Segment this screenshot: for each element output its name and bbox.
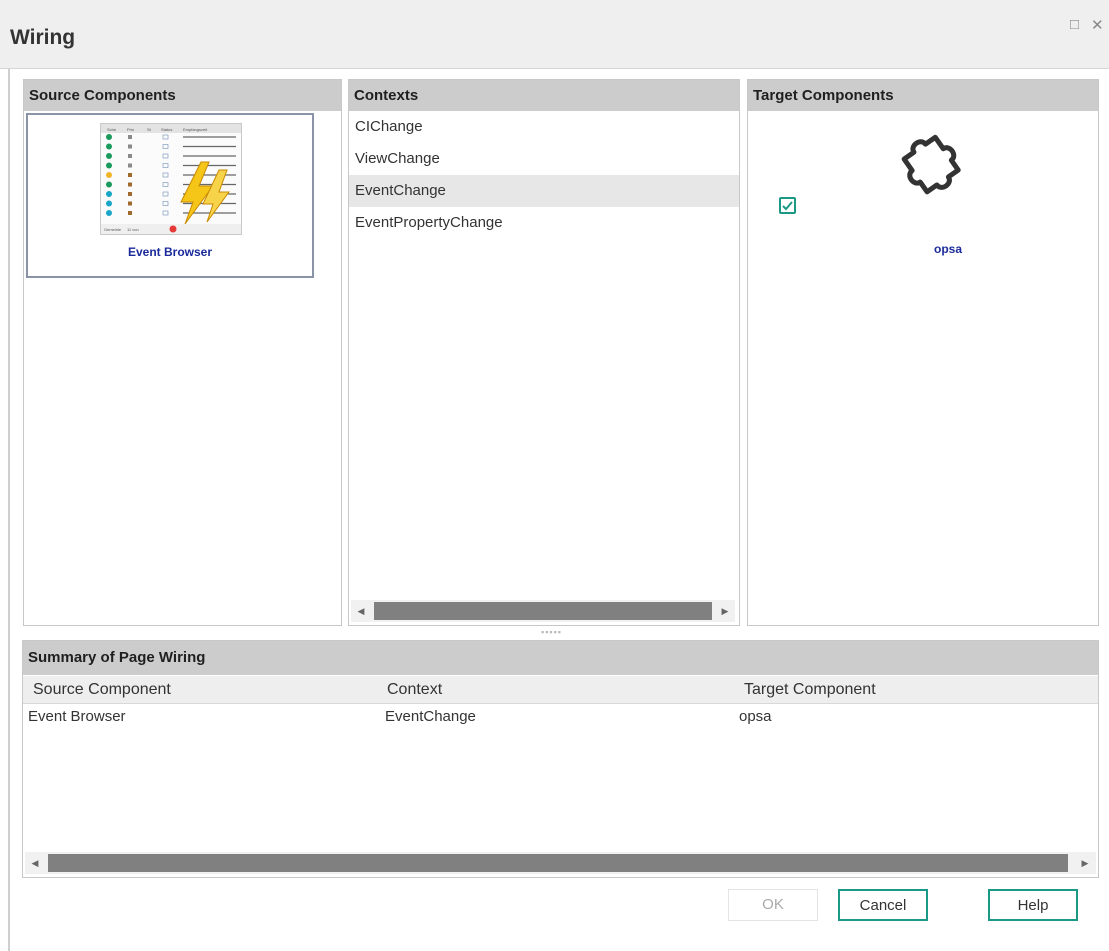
contexts-scroll-thumb[interactable] — [374, 602, 712, 620]
table-row[interactable]: Event Browser EventChange opsa — [23, 704, 1098, 730]
target-components-header: Target Components — [748, 80, 1098, 111]
target-opsa-checkbox[interactable] — [779, 197, 796, 214]
event-browser-preview-icon: Sche Prio St Status Empfangszeit Gemeinl… — [101, 124, 241, 234]
close-icon[interactable]: ✕ — [1091, 16, 1104, 34]
cell-source: Event Browser — [28, 708, 126, 725]
target-component-label[interactable]: opsa — [898, 242, 998, 256]
thumb-footer-mid: 11 von — [127, 227, 139, 232]
contexts-list: CIChange ViewChange EventChange EventPro… — [349, 111, 739, 239]
help-button[interactable]: Help — [988, 889, 1078, 921]
source-component-card[interactable]: Sche Prio St Status Empfangszeit Gemeinl… — [26, 113, 314, 278]
dialog-title-bar[interactable]: Wiring □ ✕ — [0, 0, 1109, 69]
summary-header: Summary of Page Wiring — [23, 641, 1098, 675]
target-components-panel: Target Components opsa — [747, 79, 1099, 626]
summary-panel: Summary of Page Wiring Source Component … — [22, 640, 1099, 878]
column-source-component[interactable]: Source Component — [33, 676, 171, 703]
contexts-horizontal-scrollbar[interactable]: ◀ ▶ — [351, 600, 735, 622]
contexts-panel: Contexts CIChange ViewChange EventChange… — [348, 79, 740, 626]
thumb-col-2: Prio — [127, 127, 135, 132]
scroll-left-arrow-icon[interactable]: ◀ — [25, 852, 45, 874]
maximize-icon[interactable]: □ — [1070, 16, 1079, 33]
summary-scroll-thumb[interactable] — [48, 854, 1068, 872]
dialog-title: Wiring — [10, 26, 76, 49]
target-components-list: opsa — [748, 111, 1098, 625]
summary-column-headers: Source Component Context Target Componen… — [23, 676, 1098, 704]
summary-horizontal-scrollbar[interactable]: ◀ ▶ — [25, 852, 1096, 874]
source-components-header: Source Components — [24, 80, 341, 111]
scroll-right-arrow-icon[interactable]: ▶ — [1075, 852, 1095, 874]
splitter-handle[interactable]: ▪▪▪▪▪ — [541, 627, 562, 637]
thumb-col-5: Empfangszeit — [183, 127, 208, 132]
context-item-eventpropertychange[interactable]: EventPropertyChange — [349, 207, 739, 239]
source-component-label: Event Browser — [127, 245, 213, 259]
event-browser-thumbnail: Sche Prio St Status Empfangszeit Gemeinl… — [100, 123, 242, 235]
checkmark-icon — [782, 201, 793, 211]
column-context[interactable]: Context — [387, 676, 442, 703]
scroll-right-arrow-icon[interactable]: ▶ — [715, 600, 735, 622]
puzzle-icon[interactable] — [882, 124, 982, 220]
thumb-footer-left: Gemeinle — [104, 227, 122, 232]
thumb-col-1: Sche — [107, 127, 117, 132]
column-target-component[interactable]: Target Component — [744, 676, 876, 703]
scroll-left-arrow-icon[interactable]: ◀ — [351, 600, 371, 622]
dialog-left-border — [8, 60, 10, 951]
context-item-viewchange[interactable]: ViewChange — [349, 143, 739, 175]
context-item-eventchange[interactable]: EventChange — [349, 175, 739, 207]
cancel-button[interactable]: Cancel — [838, 889, 928, 921]
cell-context: EventChange — [385, 708, 476, 725]
wiring-dialog: Wiring □ ✕ Source Components Sche Prio S… — [0, 0, 1109, 951]
context-item-cichange[interactable]: CIChange — [349, 111, 739, 143]
ok-button[interactable]: OK — [728, 889, 818, 921]
source-components-panel: Source Components Sche Prio St Status Em… — [23, 79, 342, 626]
cell-target: opsa — [739, 708, 772, 725]
contexts-header: Contexts — [349, 80, 739, 111]
thumb-col-4: Status — [161, 127, 172, 132]
